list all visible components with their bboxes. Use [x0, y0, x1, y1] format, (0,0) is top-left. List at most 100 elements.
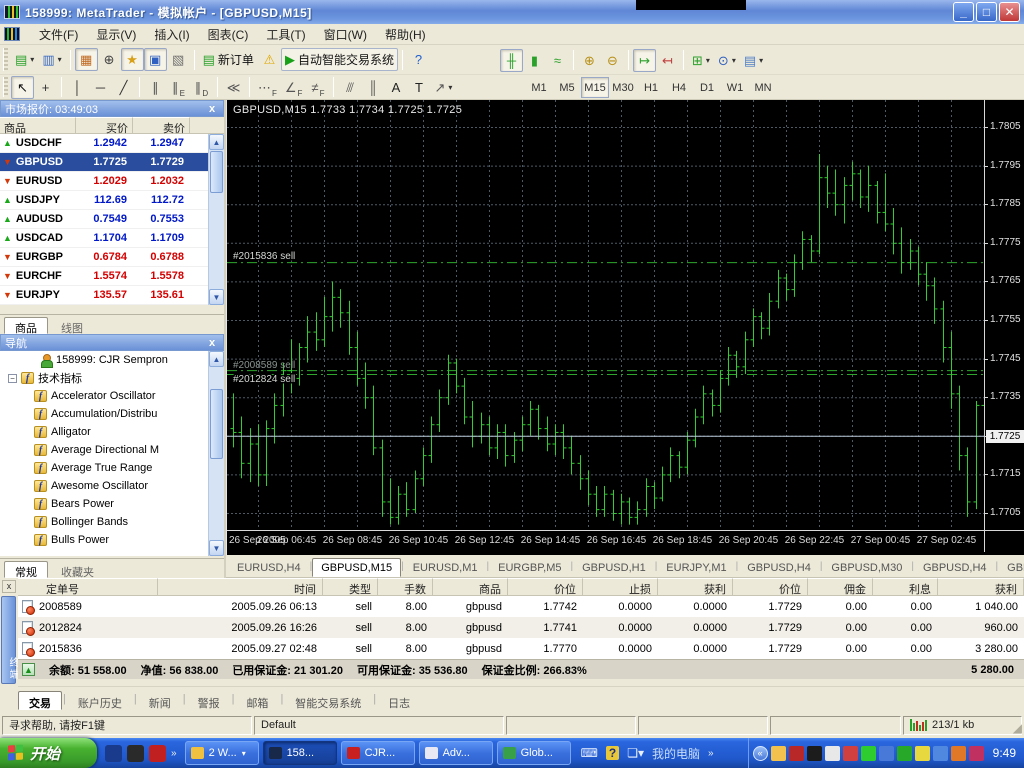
- crosshair-tool[interactable]: +: [34, 76, 57, 99]
- orders-column-header[interactable]: 价位: [733, 578, 808, 595]
- text-tool[interactable]: A: [384, 76, 407, 99]
- column-bid[interactable]: 买价: [76, 117, 133, 133]
- tab-收藏夹[interactable]: 收藏夹: [50, 561, 105, 578]
- alert-icon[interactable]: ⚠: [258, 48, 281, 71]
- market-watch-toggle[interactable]: ▦: [75, 48, 98, 71]
- tray-icon-4[interactable]: [825, 746, 840, 761]
- taskbar-task-158[interactable]: 158...: [263, 741, 337, 765]
- terminal-tab-3[interactable]: 警报: [187, 691, 231, 710]
- tray-collapse-icon[interactable]: «: [753, 746, 768, 761]
- terminal-tab-4[interactable]: 邮箱: [235, 691, 279, 710]
- status-profile[interactable]: Default: [254, 716, 504, 735]
- tray-icon-2[interactable]: [789, 746, 804, 761]
- timeframe-m5[interactable]: M5: [553, 77, 581, 98]
- periods-button[interactable]: ⊙▾: [714, 49, 740, 72]
- tray-icon-5[interactable]: [843, 746, 858, 761]
- navigator-group-indicators[interactable]: −f技术指标: [0, 369, 224, 387]
- orders-column-header[interactable]: 获利: [658, 578, 733, 595]
- chart-tab-GBPUSD-H4[interactable]: GBPUSD,H4: [738, 558, 820, 577]
- orders-column-header[interactable]: 止损: [583, 578, 658, 595]
- tray-icon-10[interactable]: [933, 746, 948, 761]
- order-row[interactable]: 20128242005.09.26 16:26sell8.00gbpusd1.7…: [18, 617, 1024, 638]
- navigator-indicator-item[interactable]: fAccumulation/Distribu: [0, 405, 224, 423]
- expert-advisors-button[interactable]: ▶自动智能交易系统: [281, 48, 398, 71]
- tray-icon-12[interactable]: [969, 746, 984, 761]
- horizontal-line-tool[interactable]: ─: [89, 76, 112, 99]
- indicators-button[interactable]: ⊞▾: [688, 49, 714, 72]
- scroll-down-icon[interactable]: ▼: [209, 540, 224, 556]
- tray-icon-7[interactable]: [879, 746, 894, 761]
- tray-icon-11[interactable]: [951, 746, 966, 761]
- vertical-line-tool[interactable]: │: [66, 76, 89, 99]
- chart-tab-EURJPY-M1[interactable]: EURJPY,M1: [657, 558, 735, 577]
- close-button[interactable]: ✕: [999, 2, 1020, 22]
- orders-column-header[interactable]: 利息: [873, 578, 938, 595]
- tray-icon-9[interactable]: [915, 746, 930, 761]
- timeframe-w1[interactable]: W1: [721, 77, 749, 98]
- market-watch-row[interactable]: ▼EURJPY135.57135.61: [0, 286, 224, 305]
- chart-tab-GBPUSD-H1[interactable]: GBPUSD,H1: [573, 558, 655, 577]
- toolbar-grip[interactable]: [3, 77, 8, 96]
- chevron-icon[interactable]: »: [171, 748, 177, 759]
- terminal-toggle[interactable]: ▣: [144, 48, 167, 71]
- minimize-button[interactable]: _: [953, 2, 974, 22]
- quick-launch-icon-1[interactable]: [105, 745, 122, 762]
- orders-column-header[interactable]: 类型: [323, 578, 378, 595]
- menu-item[interactable]: 显示(V): [87, 24, 145, 45]
- scroll-down-icon[interactable]: ▼: [209, 289, 224, 305]
- help-tray-icon[interactable]: ?: [606, 746, 619, 760]
- orders-column-header[interactable]: 时间: [158, 578, 323, 595]
- strategy-tester-button[interactable]: ▧: [167, 48, 190, 71]
- orders-column-header[interactable]: 价位: [508, 578, 583, 595]
- chart-tab-GBPUSD-M30[interactable]: GBPUSD,M30: [822, 558, 911, 577]
- navigator-indicator-item[interactable]: fAccelerator Oscillator: [0, 387, 224, 405]
- arrows-tool[interactable]: ↗▾: [430, 76, 456, 99]
- tab-商品[interactable]: 商品: [4, 317, 48, 334]
- cursor-tool[interactable]: ↖: [11, 76, 34, 99]
- close-icon[interactable]: x: [2, 580, 16, 593]
- navigator-toggle[interactable]: ★: [121, 48, 144, 71]
- chevron-icon[interactable]: »: [708, 748, 714, 759]
- chart-tab-EURGBP-M5[interactable]: EURGBP,M5: [489, 558, 570, 577]
- chart-time-scale[interactable]: 26 Sep 200526 Sep 06:4526 Sep 08:4526 Se…: [227, 530, 1024, 552]
- navigator-indicator-item[interactable]: fBears Power: [0, 495, 224, 513]
- tray-icon-8[interactable]: [897, 746, 912, 761]
- menu-item[interactable]: 文件(F): [30, 24, 87, 45]
- navigator-account-item[interactable]: 158999: CJR Sempron: [0, 351, 224, 369]
- close-icon[interactable]: x: [205, 103, 219, 115]
- timeframe-h4[interactable]: H4: [665, 77, 693, 98]
- market-watch-row[interactable]: ▼EURGBP0.67840.6788: [0, 248, 224, 267]
- candlestick-button[interactable]: ▮: [523, 49, 546, 72]
- fibo-retracement-tool[interactable]: ⋯F: [254, 76, 281, 99]
- timeframe-m1[interactable]: M1: [525, 77, 553, 98]
- taskbar-task-Adv[interactable]: Adv...: [419, 741, 493, 765]
- trendline-tool[interactable]: ╱: [112, 76, 135, 99]
- taskbar-task-Glob[interactable]: Glob...: [497, 741, 571, 765]
- auto-scroll-button[interactable]: ↦: [633, 49, 656, 72]
- chart-tab-EURUSD-H4[interactable]: EURUSD,H4: [228, 558, 310, 577]
- scroll-up-icon[interactable]: ▲: [209, 351, 224, 367]
- new-chart-button[interactable]: ▤▾: [11, 48, 38, 71]
- chart-plot[interactable]: #2008589 sell#2012824 sell#2015836 sell: [227, 100, 984, 530]
- keyboard-layout-icon[interactable]: ⌨: [581, 746, 598, 760]
- timeframe-h1[interactable]: H1: [637, 77, 665, 98]
- menu-item[interactable]: 帮助(H): [376, 24, 435, 45]
- terminal-tab-2[interactable]: 新闻: [138, 691, 182, 710]
- terminal-tab-0[interactable]: 交易: [18, 691, 62, 710]
- orders-column-header[interactable]: 商品: [433, 578, 508, 595]
- close-icon[interactable]: x: [205, 337, 219, 349]
- timeframe-m30[interactable]: M30: [609, 77, 637, 98]
- start-button[interactable]: 开始: [0, 738, 97, 768]
- market-watch-row[interactable]: ▼EURUSD1.20291.2032: [0, 172, 224, 191]
- tray-icon-6[interactable]: [861, 746, 876, 761]
- tab-线图[interactable]: 线图: [50, 317, 94, 334]
- navigator-indicator-item[interactable]: fAlligator: [0, 423, 224, 441]
- column-symbol[interactable]: 商品: [0, 117, 76, 133]
- market-watch-row[interactable]: ▲USDJPY112.69112.72: [0, 191, 224, 210]
- market-watch-scrollbar[interactable]: ▲ ▼: [208, 134, 224, 305]
- channel-e-tool[interactable]: ∥E: [167, 76, 190, 99]
- menu-item[interactable]: 工具(T): [257, 24, 314, 45]
- timeframe-mn[interactable]: MN: [749, 77, 777, 98]
- new-order-button[interactable]: ▤新订单: [199, 48, 258, 71]
- text-label-tool[interactable]: T: [407, 76, 430, 99]
